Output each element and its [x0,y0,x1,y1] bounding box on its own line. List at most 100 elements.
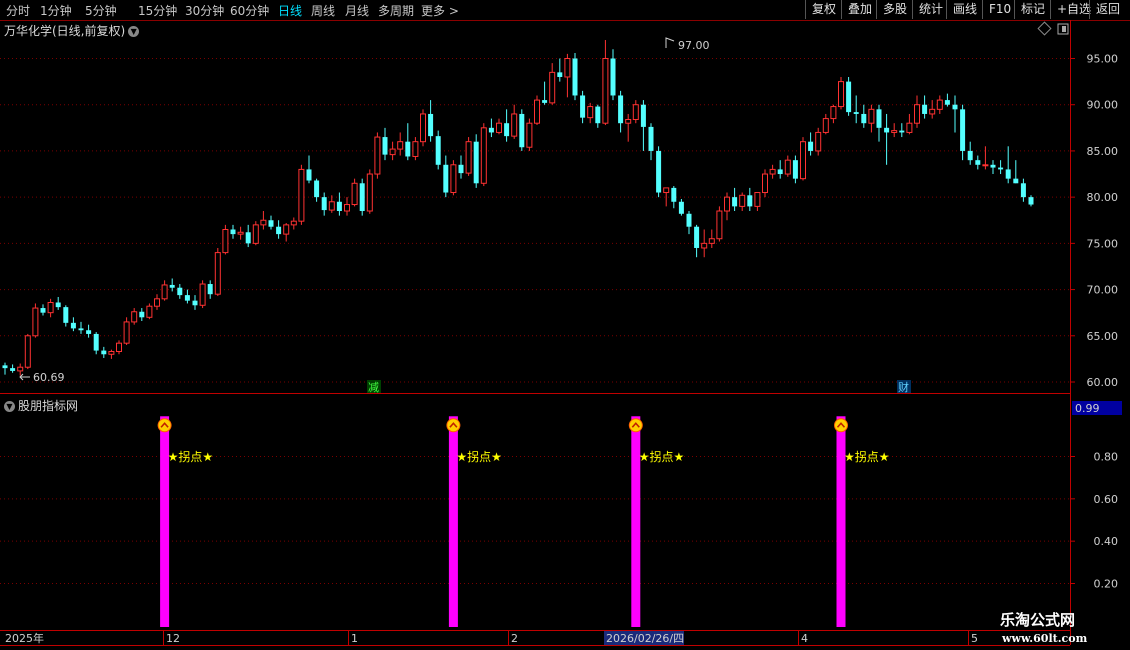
candle[interactable] [276,220,282,239]
candle[interactable] [465,137,472,176]
candle[interactable] [762,169,768,198]
candle[interactable] [511,104,518,139]
candle[interactable] [580,90,586,124]
candle[interactable] [321,192,327,216]
candle[interactable] [10,364,16,373]
candle[interactable] [884,113,890,165]
candle[interactable] [769,164,776,179]
candle[interactable] [199,280,206,309]
signal-bar[interactable]: ★拐点★ [628,416,684,627]
candle[interactable] [784,155,791,177]
candle[interactable] [716,206,723,242]
candle[interactable] [861,104,867,128]
candle[interactable] [708,229,715,248]
candle[interactable] [906,113,913,135]
candle[interactable] [177,284,183,299]
candle[interactable] [1005,146,1011,184]
candle[interactable] [169,278,175,292]
candle[interactable] [724,192,730,221]
candle[interactable] [648,123,654,161]
candle[interactable] [314,178,320,202]
candle[interactable] [868,104,875,133]
candle[interactable] [458,155,464,179]
candle[interactable] [154,294,160,310]
candle[interactable] [131,308,138,325]
candle[interactable] [328,195,335,213]
signal-bar[interactable]: ★拐点★ [157,416,213,627]
candle[interactable] [101,346,107,358]
candle[interactable] [975,155,981,170]
chevron-down-icon[interactable]: ▼ [4,401,15,412]
candle[interactable] [618,90,624,133]
candle[interactable] [139,308,145,321]
candle[interactable] [800,137,806,181]
candle[interactable] [822,113,829,135]
candle[interactable] [161,280,168,301]
candle[interactable] [944,93,950,107]
candle[interactable] [899,123,905,138]
candle[interactable] [336,192,342,216]
candle[interactable] [290,217,297,230]
diamond-icon[interactable] [1037,21,1052,36]
candle[interactable] [564,53,571,98]
candle[interactable] [739,192,746,212]
candle[interactable] [268,215,274,230]
candle[interactable] [298,164,305,225]
candle[interactable] [207,280,213,299]
candle[interactable] [952,95,958,133]
candle[interactable] [374,132,381,179]
candle[interactable] [389,141,396,161]
chart-canvas[interactable]: ★拐点★ ★拐点★ ★拐点★ ★拐点★ 95.00 90.00 85.00 80.00 75.… [0,0,1130,650]
candle[interactable] [846,76,852,116]
candle[interactable] [252,221,259,246]
candle[interactable] [420,109,426,147]
candle[interactable] [24,333,31,370]
candle[interactable] [2,362,8,375]
candle[interactable] [990,160,996,175]
candle[interactable] [283,223,290,242]
candle[interactable] [982,146,989,170]
candle[interactable] [694,224,700,258]
candle[interactable] [473,134,479,188]
candle[interactable] [70,317,76,332]
candle[interactable] [480,123,487,187]
candle[interactable] [526,118,533,151]
candle[interactable] [1020,178,1026,202]
candle[interactable] [960,104,966,161]
candle[interactable] [632,100,639,124]
candle[interactable] [306,155,312,184]
candle[interactable] [222,224,229,255]
candle[interactable] [891,123,898,138]
candle[interactable] [192,295,198,310]
candle[interactable] [671,186,677,209]
signal-bar[interactable]: ★拐点★ [446,416,502,627]
candle[interactable] [496,118,502,135]
candle[interactable] [184,289,190,304]
candle[interactable] [572,52,578,101]
candle[interactable] [93,332,99,355]
candle[interactable] [686,211,692,235]
candle[interactable] [63,305,69,327]
candle[interactable] [366,169,373,214]
candle[interactable] [701,229,708,258]
candle[interactable] [214,247,221,297]
candle[interactable] [245,224,251,248]
candle[interactable] [123,317,130,346]
candle[interactable] [519,109,525,151]
candle[interactable] [732,187,738,212]
candle[interactable] [344,197,350,216]
candle[interactable] [967,141,973,165]
candle[interactable] [549,63,556,105]
candle[interactable] [40,304,46,316]
candle[interactable] [1013,160,1019,184]
candle[interactable] [853,95,859,124]
candle[interactable] [922,95,928,119]
candle[interactable] [610,49,616,101]
candle[interactable] [815,127,822,156]
candle[interactable] [557,58,563,82]
chevron-down-icon[interactable]: ▼ [128,26,140,37]
candle[interactable] [542,81,548,105]
candle[interactable] [237,226,244,240]
candle[interactable] [534,95,540,126]
candle[interactable] [777,160,783,179]
